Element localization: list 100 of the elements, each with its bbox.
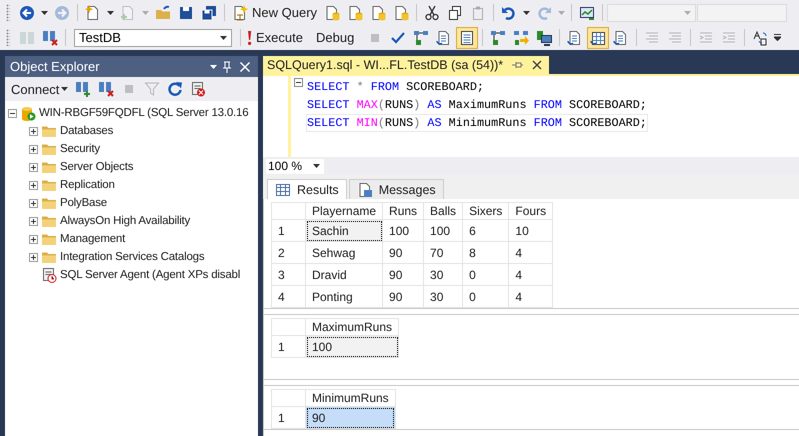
document-plus-icon — [120, 4, 136, 20]
floppy-disks-icon — [201, 4, 217, 20]
tree-item[interactable]: WIN-RBGF59FQDFL (SQL Server 13.0.16 — [39, 107, 248, 119]
tree-item[interactable]: PolyBase — [60, 197, 107, 209]
filter-icon — [144, 81, 160, 97]
column-header: Fours — [508, 202, 553, 220]
report-icon — [190, 81, 206, 97]
toolbar-button[interactable] — [456, 26, 478, 48]
caret-icon — [107, 10, 114, 14]
exclamation-icon — [248, 30, 252, 44]
tree-item[interactable]: Server Objects — [60, 161, 134, 173]
toolbar-button[interactable] — [587, 26, 610, 48]
column-header: Playername — [306, 202, 383, 220]
grid-cell[interactable]: 90 — [382, 286, 424, 308]
grid-cell[interactable]: 30 — [424, 264, 463, 286]
grid-cell[interactable]: Sachin — [306, 220, 383, 242]
close-icon[interactable] — [531, 59, 544, 71]
grid-cell[interactable]: 100 — [424, 220, 463, 242]
grid-cell[interactable]: 6 — [462, 220, 509, 242]
code-editor[interactable]: SELECT * FROM SCOREBOARD; SELECT MAX(RUNS) AS MaximumRuns FROM SCOREBOARD; SELECT MIN(RUNS) AS MinimumRuns FROM SCOREBOARD; — [263, 74, 799, 157]
grid-cell[interactable]: 100 — [306, 336, 399, 358]
database-dropdown[interactable]: TestDB — [74, 28, 232, 46]
document-tab[interactable]: SQLQuery1.sql - WI...FL.TestDB (sa (54))* — [263, 56, 550, 74]
grid-cell[interactable]: 0 — [462, 264, 509, 286]
grid-cell[interactable]: 30 — [424, 286, 463, 308]
grid-cell[interactable]: 8 — [462, 242, 509, 264]
code-line: SELECT * FROM SCOREBOARD; — [306, 79, 486, 96]
row-number: 2 — [272, 242, 306, 264]
document-star-icon — [232, 4, 248, 20]
grid-cell[interactable]: 4 — [508, 242, 553, 264]
grid-cell[interactable]: 0 — [462, 286, 509, 308]
messages-icon — [356, 182, 373, 198]
grid-cell[interactable]: Ponting — [306, 286, 383, 308]
document-star-icon — [85, 4, 101, 20]
scissors-icon — [424, 4, 440, 20]
caret-icon — [523, 10, 530, 14]
new-query-button[interactable]: New Query — [229, 2, 320, 24]
database-document-icon — [347, 4, 364, 20]
overflow-icon — [774, 34, 782, 41]
document-tab-title: SQLQuery1.sql - WI...FL.TestDB (sa (54))* — [267, 58, 504, 72]
text-lines-icon — [667, 30, 684, 46]
server-connect-icon — [75, 81, 92, 97]
grid-cell[interactable]: 90 — [306, 406, 396, 428]
database-document-icon — [324, 4, 340, 20]
tree-item[interactable]: Security — [60, 143, 100, 155]
column-header: MinimumRuns — [306, 390, 396, 406]
diagram-arrow-icon — [513, 30, 530, 46]
server-running-icon — [20, 105, 36, 121]
tree-item[interactable]: SQL Server Agent (Agent XPs disabl — [60, 269, 240, 281]
tree-item[interactable]: Integration Services Catalogs — [60, 251, 204, 263]
database-document-icon — [393, 4, 410, 20]
grid-cell[interactable]: 70 — [424, 242, 463, 264]
tree-item[interactable]: Replication — [60, 179, 115, 191]
undo-arrow-icon — [501, 4, 518, 20]
expand-icon[interactable] — [29, 216, 38, 226]
caret-icon — [313, 164, 320, 168]
grid-cell[interactable]: 100 — [382, 220, 424, 242]
results-tab[interactable]: Results — [267, 179, 347, 199]
caret-icon — [220, 36, 227, 40]
chart-window-icon — [579, 4, 596, 20]
refresh-icon — [167, 81, 184, 97]
grid-cell[interactable]: 4 — [508, 264, 553, 286]
expand-icon[interactable] — [29, 162, 38, 172]
connect-button[interactable]: Connect — [9, 80, 70, 98]
execute-button[interactable]: Execute — [245, 26, 306, 48]
tree-item[interactable]: AlwaysOn High Availability — [60, 215, 190, 227]
tree-item[interactable]: Databases — [60, 125, 114, 137]
row-number: 4 — [272, 286, 306, 308]
grid-icon — [275, 182, 291, 198]
diagram-icon — [490, 30, 506, 46]
zoom-dropdown[interactable]: 100 % — [265, 158, 325, 174]
grid-cell[interactable]: 4 — [508, 286, 553, 308]
expand-icon[interactable] — [29, 144, 38, 154]
pin-button-icon[interactable] — [511, 59, 524, 71]
window-position-button[interactable] — [209, 64, 218, 68]
indent-lines-icon — [721, 30, 738, 46]
text-lines-icon — [644, 30, 660, 46]
server-disconnect-icon — [42, 30, 58, 46]
expand-icon[interactable] — [29, 198, 38, 208]
expand-icon[interactable] — [29, 180, 38, 190]
grid-cell[interactable]: Dravid — [306, 264, 383, 286]
diagram-icon — [413, 30, 430, 46]
results-tab[interactable]: Messages — [348, 179, 444, 199]
caret-icon — [41, 10, 48, 14]
expand-icon[interactable] — [29, 252, 38, 262]
grid-cell[interactable]: 90 — [382, 264, 424, 286]
column-header: Runs — [382, 202, 424, 220]
tree-item[interactable]: Management — [60, 233, 126, 245]
collapse-icon[interactable] — [8, 108, 17, 118]
column-header: Sixers — [462, 202, 509, 220]
copy-icon — [447, 4, 464, 20]
text-results-icon — [459, 30, 476, 46]
grid-cell[interactable]: 10 — [508, 220, 553, 242]
expand-icon[interactable] — [29, 126, 38, 136]
grid-cell[interactable]: 90 — [382, 242, 424, 264]
grid-cell[interactable]: Sehwag — [306, 242, 383, 264]
column-header: Balls — [424, 202, 463, 220]
expand-icon[interactable] — [29, 234, 38, 244]
debug-button[interactable]: Debug — [312, 26, 358, 48]
collapse-icon[interactable] — [294, 78, 303, 87]
